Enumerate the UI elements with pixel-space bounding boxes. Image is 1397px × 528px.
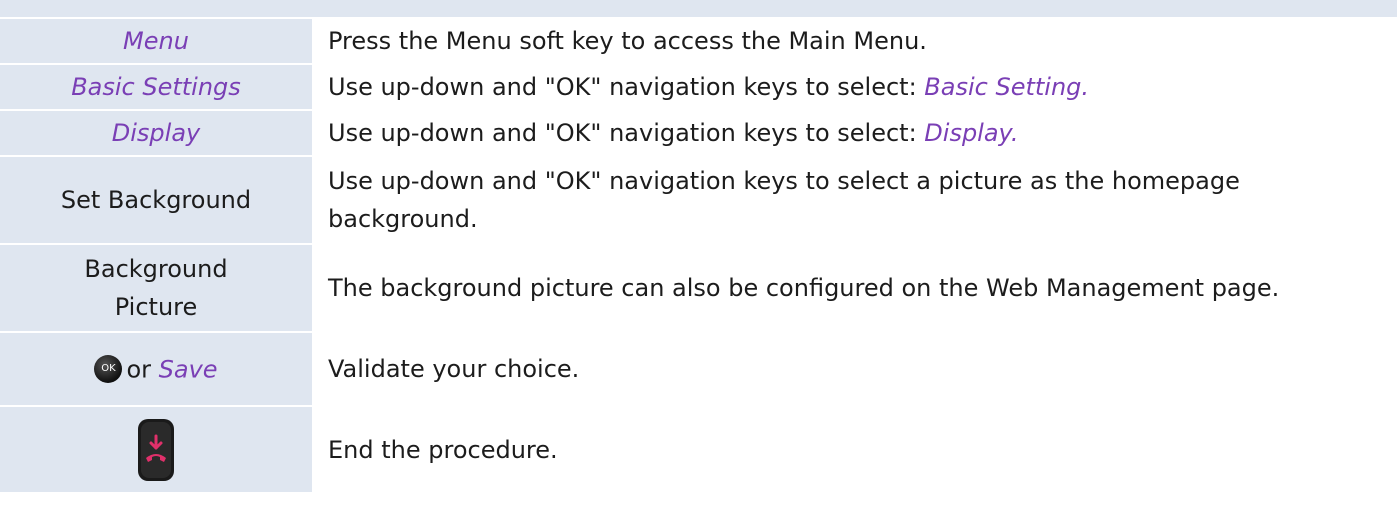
step-cell: Basic Settings	[0, 64, 314, 111]
procedure-table: Menu Press the Menu soft key to access t…	[0, 19, 1397, 494]
step-label-line1: Background	[84, 255, 228, 283]
step-label-set-background: Set Background	[60, 186, 252, 214]
step-description: Use up-down and "OK" navigation keys to …	[328, 167, 1240, 233]
description-cell: End the procedure.	[313, 406, 1397, 494]
description-cell: Use up-down and "OK" navigation keys to …	[313, 110, 1397, 157]
step-cell: Menu	[0, 19, 314, 65]
step-cell	[0, 406, 314, 494]
procedure-page: Menu Press the Menu soft key to access t…	[0, 0, 1397, 528]
step-label-menu: Menu	[123, 27, 189, 55]
table-row: OK or Save Validate your choice.	[0, 332, 1397, 407]
step-description: Use up-down and "OK" navigation keys to …	[328, 119, 925, 147]
step-description: End the procedure.	[328, 435, 558, 464]
table-header-band	[0, 0, 1397, 19]
step-description-term: Display.	[924, 119, 1019, 147]
table-row: Basic Settings Use up-down and "OK" navi…	[0, 64, 1397, 111]
step-cell: Display	[0, 110, 314, 157]
step-label-save: Save	[158, 355, 218, 384]
step-cell: Set Background	[0, 156, 314, 245]
table-row: Set Background Use up-down and "OK" navi…	[0, 156, 1397, 245]
table-row: Background Picture The background picture…	[0, 244, 1397, 333]
step-description: The background picture can also be confi…	[328, 274, 1280, 302]
description-cell: Validate your choice.	[313, 332, 1397, 407]
step-label-display: Display	[111, 119, 201, 147]
step-label-line2: Picture	[114, 293, 198, 321]
or-word: or	[126, 355, 151, 384]
description-cell: The background picture can also be confi…	[313, 244, 1397, 333]
table-row: Menu Press the Menu soft key to access t…	[0, 19, 1397, 65]
step-description: Use up-down and "OK" navigation keys to …	[328, 73, 925, 101]
step-description: Press the Menu soft key to access the Ma…	[328, 27, 927, 55]
description-cell: Use up-down and "OK" navigation keys to …	[313, 156, 1397, 245]
description-cell: Press the Menu soft key to access the Ma…	[313, 19, 1397, 65]
table-row: End the procedure.	[0, 406, 1397, 494]
step-description: Validate your choice.	[328, 355, 580, 383]
step-cell: Background Picture	[0, 244, 314, 333]
description-cell: Use up-down and "OK" navigation keys to …	[313, 64, 1397, 111]
step-description-term: Basic Setting.	[924, 73, 1090, 101]
ok-key-icon: OK	[94, 354, 123, 383]
table-row: Display Use up-down and "OK" navigation …	[0, 110, 1397, 157]
hang-up-key-icon	[138, 418, 174, 481]
step-label-background-picture: Background Picture	[84, 250, 227, 326]
step-label-basic-settings: Basic Settings	[71, 73, 241, 101]
step-cell: OK or Save	[0, 332, 314, 407]
